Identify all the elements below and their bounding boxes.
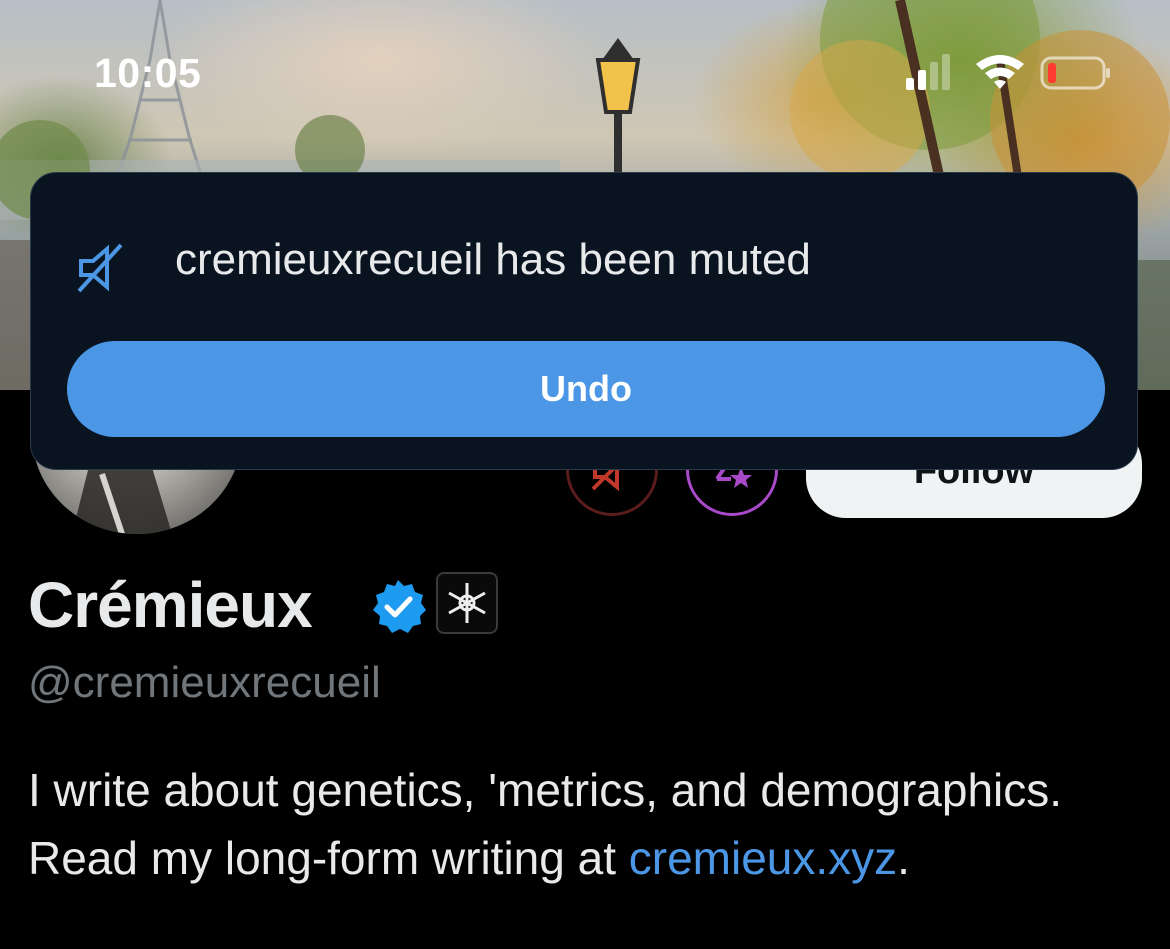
toast-message: cremieuxrecueil has been muted	[175, 235, 811, 284]
profile-handle: @cremieuxrecueil	[28, 658, 381, 707]
wifi-icon	[976, 55, 1024, 89]
status-bar-icons	[904, 52, 1114, 98]
status-bar-time: 10:05	[94, 50, 202, 96]
undo-button[interactable]: Undo	[67, 341, 1105, 437]
battery-icon	[1040, 56, 1110, 90]
muted-speaker-icon	[77, 243, 123, 293]
cellular-signal-icon	[906, 54, 950, 90]
verified-badge-icon[interactable]	[370, 578, 426, 634]
muted-toast: cremieuxrecueil has been muted Undo	[30, 172, 1138, 470]
profile-bio: I write about genetics, 'metrics, and de…	[28, 756, 1138, 892]
profile-display-name: Crémieux	[28, 569, 313, 641]
profile-screen: 10:05 Follow cremieuxrecueil has been mu…	[0, 0, 1170, 949]
bio-end-punctuation: .	[897, 832, 910, 884]
bio-website-link[interactable]: cremieux.xyz	[629, 832, 897, 884]
affiliate-badge-icon[interactable]	[436, 572, 498, 634]
